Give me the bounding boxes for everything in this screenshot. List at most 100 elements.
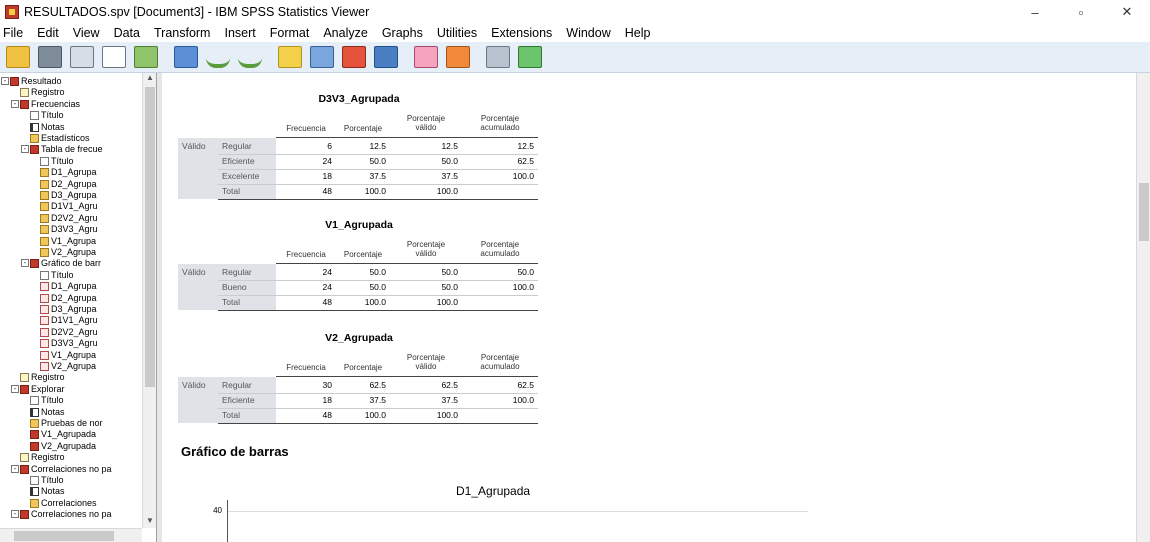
viewer-scroll-thumb[interactable] [1139,183,1149,241]
header-porcentaje: Porcentaje [343,124,383,133]
variables-icon[interactable] [374,46,398,68]
tree-node[interactable]: V1_Agrupa [40,236,96,247]
menu-analyze[interactable]: Analyze [323,26,367,40]
tree-node[interactable]: Título [40,270,74,281]
tree-node[interactable]: Explorar [20,384,65,395]
menu-view[interactable]: View [73,26,100,40]
menu-data[interactable]: Data [114,26,140,40]
section-title-grafico[interactable]: Gráfico de barras [181,444,289,459]
tree-node[interactable]: D1_Agrupa [40,281,97,292]
tree-node[interactable]: Gráfico de barr [30,258,101,269]
book-icon [20,384,29,394]
show-all-icon[interactable] [414,46,438,68]
tree-node[interactable]: Correlaciones no pa [20,464,112,475]
scroll-up-icon[interactable]: ▲ [143,73,156,85]
minimize-button[interactable]: – [1012,0,1058,24]
tree-node[interactable]: D2V2_Agru [40,213,98,224]
tree-node[interactable]: V2_Agrupa [40,361,96,372]
frequency-table-d3v3[interactable]: D3V3_Agrupada Frecuencia Porcentaje Porc… [178,93,540,203]
viewer-vertical-scrollbar[interactable] [1136,73,1150,542]
recall-dialog-icon[interactable] [174,46,198,68]
tree-node[interactable]: Título [40,156,74,167]
tree-node[interactable]: V2_Agrupa [40,247,96,258]
menu-file[interactable]: File [3,26,23,40]
menu-insert[interactable]: Insert [224,26,255,40]
menu-utilities[interactable]: Utilities [437,26,477,40]
collapse-toggle-icon[interactable]: - [21,145,29,154]
collapse-toggle-icon[interactable]: - [1,77,9,85]
menu-window[interactable]: Window [566,26,610,40]
export-icon[interactable] [134,46,158,68]
tree-node[interactable]: Tabla de frecue [30,144,103,155]
menu-transform[interactable]: Transform [154,26,211,40]
undo-icon[interactable] [206,46,230,68]
tree-node[interactable]: Título [30,475,64,486]
designate-window-icon[interactable] [446,46,470,68]
tree-horizontal-scrollbar[interactable] [0,528,142,542]
frequency-table-v2[interactable]: V2_Agrupada Frecuencia Porcentaje Porcen… [178,332,540,432]
tree-node[interactable]: Pruebas de nor [30,418,103,429]
tree-node[interactable]: Estadísticos [30,133,90,144]
tree-node-label: V2_Agrupa [51,361,97,371]
menu-extensions[interactable]: Extensions [491,26,552,40]
collapse-toggle-icon[interactable]: - [11,384,19,393]
print-preview-icon[interactable] [102,46,126,68]
tree-node[interactable]: Título [30,395,64,406]
tree-node[interactable]: V1_Agrupa [40,350,96,361]
row-label: Total [222,186,240,196]
tree-node[interactable]: D1V1_Agru [40,201,98,212]
tree-node[interactable]: Notas [30,407,65,418]
collapse-toggle-icon[interactable]: - [11,510,19,519]
tree-node[interactable]: Correlaciones no pa [20,509,112,520]
tree-node[interactable]: D1V1_Agru [40,315,98,326]
frequency-table-v1[interactable]: V1_Agrupada Frecuencia Porcentaje Porcen… [178,219,540,319]
menu-help[interactable]: Help [625,26,651,40]
tree-node[interactable]: D2V2_Agru [40,327,98,338]
collapse-toggle-icon[interactable]: - [11,464,19,473]
tree-node[interactable]: D1_Agrupa [40,167,97,178]
insert-output-icon[interactable] [486,46,510,68]
tree-node[interactable]: Registro [20,452,65,463]
goto-case-icon[interactable] [310,46,334,68]
redo-icon[interactable] [238,46,262,68]
tree-node[interactable]: Correlaciones [30,498,97,509]
print-icon[interactable] [70,46,94,68]
tree-hscroll-thumb[interactable] [14,531,114,541]
tree-node[interactable]: D3V3_Agru [40,338,98,349]
menu-graphs[interactable]: Graphs [382,26,423,40]
tree-node[interactable]: Registro [20,372,65,383]
tree-node[interactable]: Frecuencias [20,99,80,110]
tree-node-label: Título [41,110,64,121]
book-icon [20,464,29,474]
tree-node[interactable]: D2_Agrupa [40,293,97,304]
tree-node[interactable]: D3_Agrupa [40,304,97,315]
open-folder-icon[interactable] [6,46,30,68]
tree-scroll-thumb[interactable] [145,87,155,387]
tree-vertical-scrollbar[interactable]: ▲ ▼ [142,73,156,528]
table-cell-cum: 62.5 [517,380,534,390]
maximize-button[interactable]: ▫ [1058,0,1104,24]
tree-node[interactable]: Resultado [10,76,62,87]
tree-node[interactable]: D3V3_Agru [40,224,98,235]
table-cell-pct: 50.0 [369,267,386,277]
tree-node[interactable]: Registro [20,87,65,98]
goto-data-icon[interactable] [278,46,302,68]
tree-node[interactable]: Título [30,110,64,121]
menu-edit[interactable]: Edit [37,26,59,40]
collapse-toggle-icon[interactable]: - [11,99,19,108]
tree-node[interactable]: Notas [30,486,65,497]
menu-format[interactable]: Format [270,26,310,40]
save-icon[interactable] [38,46,62,68]
tree-node-label: Correlaciones no pa [31,463,112,474]
tree-node[interactable]: Notas [30,122,65,133]
close-button[interactable]: ✕ [1104,0,1150,24]
goto-variable-icon[interactable] [342,46,366,68]
scroll-down-icon[interactable]: ▼ [143,516,156,528]
tree-node[interactable]: V1_Agrupada [30,429,96,440]
collapse-toggle-icon[interactable]: - [21,259,29,268]
tree-node[interactable]: D3_Agrupa [40,190,97,201]
tree-node[interactable]: D2_Agrupa [40,179,97,190]
outline-tree-pane[interactable]: - Resultado Registro - Frecuencias Título Nota… [0,73,157,542]
tree-node[interactable]: V2_Agrupada [30,441,96,452]
hide-icon[interactable] [518,46,542,68]
